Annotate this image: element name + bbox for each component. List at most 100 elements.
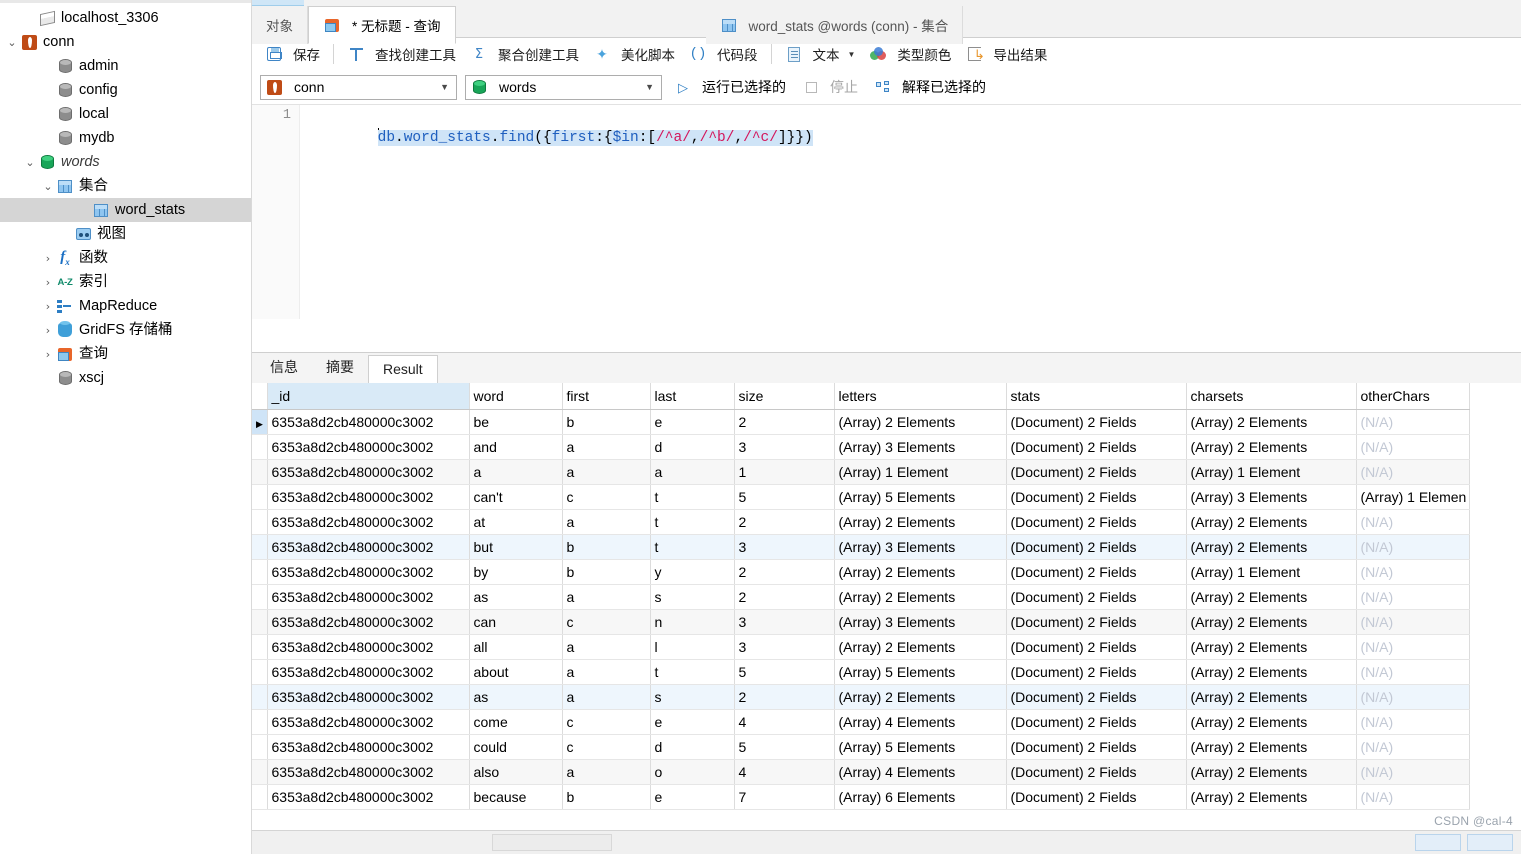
cell-_id[interactable]: 6353a8d2cb480000c3002: [267, 409, 470, 435]
cell-first[interactable]: a: [562, 434, 651, 460]
tree-item-MapReduce[interactable]: › MapReduce: [0, 294, 251, 318]
chevron-right-icon[interactable]: ›: [40, 301, 56, 312]
cell-last[interactable]: e: [650, 709, 735, 735]
find-builder-button[interactable]: 查找创建工具: [340, 41, 463, 67]
cell-otherChars[interactable]: (N/A): [1356, 534, 1470, 560]
chevron-down-icon[interactable]: ▼: [440, 82, 452, 92]
tree-item-word_stats[interactable]: word_stats: [0, 198, 251, 222]
cell-first[interactable]: a: [562, 634, 651, 660]
text-view-button[interactable]: 文本 ▼: [778, 41, 863, 67]
cell-last[interactable]: t: [650, 484, 735, 510]
cell-stats[interactable]: (Document) 2 Fields: [1006, 584, 1187, 610]
run-selected-button[interactable]: ▷ 运行已选择的: [670, 75, 790, 99]
cell-last[interactable]: l: [650, 634, 735, 660]
explain-selected-button[interactable]: 解释已选择的: [870, 75, 990, 99]
cell-last[interactable]: o: [650, 759, 735, 785]
chevron-down-icon[interactable]: ⌄: [22, 157, 38, 168]
cell-otherChars[interactable]: (N/A): [1356, 734, 1470, 760]
cell-first[interactable]: a: [562, 584, 651, 610]
tab-query[interactable]: * 无标题 - 查询: [308, 6, 456, 44]
cell-stats[interactable]: (Document) 2 Fields: [1006, 759, 1187, 785]
cell-stats[interactable]: (Document) 2 Fields: [1006, 684, 1187, 710]
table-row[interactable]: 6353a8d2cb480000c3002 a a a 1 (Array) 1 Eleme…: [252, 459, 1470, 485]
cell-last[interactable]: s: [650, 584, 735, 610]
column-header-_id[interactable]: _id: [267, 383, 470, 410]
export-result-button[interactable]: 导出结果: [958, 41, 1054, 67]
cell-last[interactable]: e: [650, 409, 735, 435]
cell-stats[interactable]: (Document) 2 Fields: [1006, 559, 1187, 585]
row-indicator[interactable]: [252, 534, 268, 560]
cell-first[interactable]: a: [562, 659, 651, 685]
cell-_id[interactable]: 6353a8d2cb480000c3002: [267, 584, 470, 610]
cell-_id[interactable]: 6353a8d2cb480000c3002: [267, 459, 470, 485]
cell-otherChars[interactable]: (N/A): [1356, 459, 1470, 485]
cell-size[interactable]: 4: [734, 759, 835, 785]
cell-_id[interactable]: 6353a8d2cb480000c3002: [267, 434, 470, 460]
row-indicator[interactable]: [252, 509, 268, 535]
cell-size[interactable]: 4: [734, 709, 835, 735]
cell-otherChars[interactable]: (N/A): [1356, 409, 1470, 435]
cell-first[interactable]: b: [562, 784, 651, 810]
partial-tab-stub[interactable]: [252, 0, 304, 6]
tree-item-GridFS-存储桶[interactable]: › GridFS 存储桶: [0, 318, 251, 342]
cell-letters[interactable]: (Array) 2 Elements: [834, 409, 1007, 435]
table-row[interactable]: 6353a8d2cb480000c3002 can't c t 5 (Array) 5 E…: [252, 484, 1470, 510]
cell-word[interactable]: also: [469, 759, 563, 785]
cell-last[interactable]: n: [650, 609, 735, 635]
cell-first[interactable]: b: [562, 559, 651, 585]
table-row[interactable]: 6353a8d2cb480000c3002 could c d 5 (Array) 5 E…: [252, 734, 1470, 760]
cell-size[interactable]: 2: [734, 684, 835, 710]
snippet-button[interactable]: () 代码段: [682, 41, 765, 67]
column-header-letters[interactable]: letters: [834, 383, 1007, 410]
tree-item-查询[interactable]: › 查询: [0, 342, 251, 366]
cell-charsets[interactable]: (Array) 2 Elements: [1186, 659, 1357, 685]
column-header-size[interactable]: size: [734, 383, 835, 410]
cell-size[interactable]: 3: [734, 634, 835, 660]
cell-last[interactable]: y: [650, 559, 735, 585]
cell-charsets[interactable]: (Array) 2 Elements: [1186, 509, 1357, 535]
table-row[interactable]: 6353a8d2cb480000c3002 and a d 3 (Array) 3 Ele…: [252, 434, 1470, 460]
cell-_id[interactable]: 6353a8d2cb480000c3002: [267, 484, 470, 510]
cell-last[interactable]: d: [650, 734, 735, 760]
column-header-charsets[interactable]: charsets: [1186, 383, 1357, 410]
row-indicator[interactable]: [252, 759, 268, 785]
cell-letters[interactable]: (Array) 2 Elements: [834, 584, 1007, 610]
cell-first[interactable]: a: [562, 684, 651, 710]
type-color-button[interactable]: 类型颜色: [862, 41, 958, 67]
cell-word[interactable]: at: [469, 509, 563, 535]
cell-first[interactable]: b: [562, 409, 651, 435]
cell-_id[interactable]: 6353a8d2cb480000c3002: [267, 609, 470, 635]
cell-charsets[interactable]: (Array) 2 Elements: [1186, 684, 1357, 710]
cell-otherChars[interactable]: (N/A): [1356, 684, 1470, 710]
cell-letters[interactable]: (Array) 1 Element: [834, 459, 1007, 485]
row-indicator[interactable]: [252, 559, 268, 585]
cell-size[interactable]: 3: [734, 609, 835, 635]
tree-item-admin[interactable]: admin: [0, 54, 251, 78]
cell-size[interactable]: 3: [734, 534, 835, 560]
database-select[interactable]: words ▼: [465, 74, 662, 100]
tab-collection[interactable]: word_stats @words (conn) - 集合: [705, 6, 964, 44]
cell-charsets[interactable]: (Array) 1 Element: [1186, 459, 1357, 485]
table-row[interactable]: 6353a8d2cb480000c3002 at a t 2 (Array) 2 Elem…: [252, 509, 1470, 535]
cell-size[interactable]: 5: [734, 484, 835, 510]
cell-first[interactable]: c: [562, 484, 651, 510]
tree-item-localhost_3306[interactable]: localhost_3306: [0, 6, 251, 30]
cell-letters[interactable]: (Array) 4 Elements: [834, 759, 1007, 785]
cell-stats[interactable]: (Document) 2 Fields: [1006, 634, 1187, 660]
result-tab-摘要[interactable]: 摘要: [312, 352, 368, 383]
cell-charsets[interactable]: (Array) 2 Elements: [1186, 784, 1357, 810]
result-tab-Result[interactable]: Result: [368, 355, 438, 384]
table-row[interactable]: 6353a8d2cb480000c3002 about a t 5 (Array) 5 E…: [252, 659, 1470, 685]
column-header-word[interactable]: word: [469, 383, 563, 410]
table-row[interactable]: 6353a8d2cb480000c3002 as a s 2 (Array) 2 Elem…: [252, 684, 1470, 710]
cell-otherChars[interactable]: (N/A): [1356, 759, 1470, 785]
cell-_id[interactable]: 6353a8d2cb480000c3002: [267, 784, 470, 810]
cell-stats[interactable]: (Document) 2 Fields: [1006, 509, 1187, 535]
cell-word[interactable]: by: [469, 559, 563, 585]
table-row[interactable]: 6353a8d2cb480000c3002 as a s 2 (Array) 2 Elem…: [252, 584, 1470, 610]
cell-charsets[interactable]: (Array) 2 Elements: [1186, 709, 1357, 735]
cell-letters[interactable]: (Array) 3 Elements: [834, 534, 1007, 560]
column-header-first[interactable]: first: [562, 383, 651, 410]
cell-charsets[interactable]: (Array) 3 Elements: [1186, 484, 1357, 510]
status-control-b[interactable]: [1467, 834, 1513, 851]
